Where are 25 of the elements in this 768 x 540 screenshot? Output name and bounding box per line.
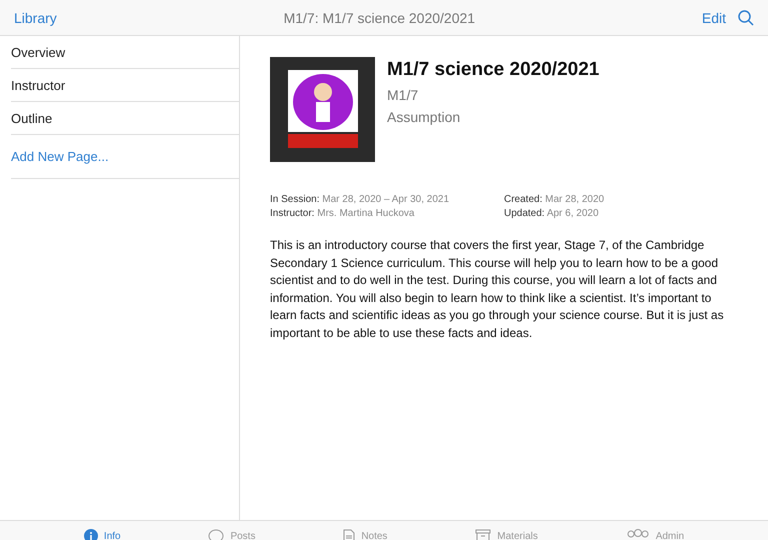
course-description: This is an introductory course that covers the first year, Stage 7, of the Cambridge Secondary 1 Science curriculum. This course will help you to learn how to be a good scientist and to do well in the test. During this course, you will learn a lot of facts and information. You will also begin to learn how to think like a scientist. It’s important to learn facts and scientific ideas as you go through your science course. But it is just as important to be able to use these facts and ideas. [270,237,725,342]
box-icon [475,529,492,540]
people-icon [626,529,650,540]
library-back-link[interactable]: Library [14,10,57,26]
tab[interactable]: Info [84,521,121,540]
sidebar-item[interactable]: Overview [11,36,239,69]
sidebar-item[interactable]: Instructor [11,69,239,102]
meta-info: Instructor: Mrs. Martina Huckova [270,208,416,219]
course-code: M1/7 [387,87,420,103]
meta-info: In Session: Mar 28, 2020 – Apr 30, 2021 [270,194,450,205]
sidebar-item[interactable]: Outline [11,102,239,135]
nav-title: M1/7: M1/7 science 2020/2021 [282,10,476,26]
search-icon[interactable] [738,10,754,26]
tab[interactable]: Posts [208,521,256,540]
edit-button[interactable]: Edit [702,10,726,26]
add-page-link[interactable]: Add New Page... [11,135,239,179]
course-title: M1/7 science 2020/2021 [387,59,600,81]
speech-bubble-icon [208,529,224,540]
tab[interactable]: Materials [475,521,538,540]
meta-info: Created: Mar 28, 2020 [504,194,606,205]
document-icon [343,529,356,540]
tab[interactable]: Notes [343,521,388,540]
meta-info: Updated: Apr 6, 2020 [504,208,600,219]
school-name: Assumption [387,109,462,125]
tab[interactable]: Admin [626,521,684,540]
